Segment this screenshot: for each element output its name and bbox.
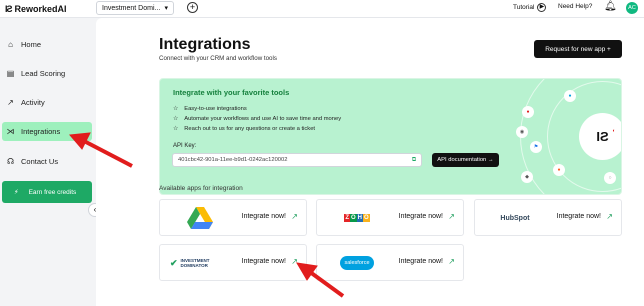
main-content: Integrations Connect with your CRM and w…: [96, 18, 644, 306]
sidebar-item-label: Integrations: [21, 127, 61, 136]
api-key-label: API Key:: [173, 143, 197, 149]
app-logo-dot: ●: [553, 164, 565, 176]
arrow-up-right-icon: ↗: [291, 212, 298, 221]
help-button[interactable]: Need Help?: [558, 3, 592, 10]
app-logo-dot: ◉: [516, 126, 528, 138]
tutorial-label: Tutorial: [513, 4, 535, 11]
app-logo-dot: ●: [522, 106, 534, 118]
investment-dominator-logo-icon: ✔ INVESTMENT DOMINATOR: [170, 253, 230, 273]
hubspot-logo-icon: HubSpot: [500, 214, 530, 222]
arrow-up-right-icon: ↗: [448, 257, 455, 266]
home-icon: ⌂: [8, 40, 13, 49]
zoho-logo-icon: ZOHO: [344, 214, 370, 222]
headset-icon: ☊: [6, 157, 15, 166]
banner-bullet: ☆ Automate your workflows and use AI to s…: [173, 116, 342, 122]
app-logo-dot: ◐: [608, 125, 620, 137]
request-new-app-button[interactable]: Request for new app +: [534, 40, 622, 58]
banner-bullet: ☆ Reach out to us for any questions or cr…: [173, 126, 316, 132]
page-subtitle: Connect with your CRM and workflow tools: [159, 55, 277, 62]
app-card-investment-dominator[interactable]: ✔ INVESTMENT DOMINATOR Integrate now! ↗: [159, 244, 307, 281]
top-bar: IƧ ReworkedAI Investment Domi... ▾ + Tut…: [0, 0, 644, 18]
star-icon: ☆: [173, 116, 179, 122]
caret-down-icon: ▾: [164, 5, 168, 12]
sidebar-item-label: Activity: [21, 98, 45, 107]
app-logo[interactable]: IƧ ReworkedAI: [5, 4, 67, 14]
chart-icon: ▤: [6, 69, 15, 78]
star-icon: ☆: [173, 126, 179, 132]
integrate-now-label: Integrate now!: [241, 258, 286, 265]
sidebar-item-integrations[interactable]: ⋊ Integrations: [2, 122, 92, 141]
integrate-now-label: Integrate now!: [241, 213, 286, 220]
page-title: Integrations: [159, 36, 251, 53]
sidebar: ⌂ Home ▤ Lead Scoring ↗ Activity ⋊ Integ…: [0, 18, 96, 306]
api-key-field[interactable]: 401cbc42-901a-11ee-b9d1-0242ac120002 ⧉: [172, 153, 422, 167]
earn-credits-button[interactable]: ⚡︎ Earn free credits: [2, 181, 92, 203]
workspace-selector[interactable]: Investment Domi... ▾: [96, 1, 174, 15]
sidebar-item-contact-us[interactable]: ☊ Contact Us: [2, 152, 92, 171]
salesforce-logo-icon: salesforce: [327, 253, 387, 273]
app-logo-dot: ⚑: [530, 141, 542, 153]
integrations-banner: Integrate with your favorite tools ☆ Easy…: [159, 78, 622, 195]
sidebar-item-label: Lead Scoring: [21, 69, 66, 78]
sidebar-item-lead-scoring[interactable]: ▤ Lead Scoring: [2, 64, 92, 83]
app-card-salesforce[interactable]: salesforce Integrate now! ↗: [316, 244, 464, 281]
arrow-up-right-icon: ↗: [291, 257, 298, 266]
app-card-zoho[interactable]: ZOHO Integrate now! ↗: [316, 199, 464, 236]
integrate-now-label: Integrate now!: [398, 258, 443, 265]
app-card-google-drive[interactable]: Integrate now! ↗: [159, 199, 307, 236]
banner-title: Integrate with your favorite tools: [173, 88, 290, 97]
earn-label: Earn free credits: [28, 188, 77, 196]
sidebar-item-home[interactable]: ⌂ Home: [2, 35, 92, 54]
integrate-now-label: Integrate now!: [398, 213, 443, 220]
star-icon: ☆: [173, 106, 179, 112]
copy-icon[interactable]: ⧉: [412, 157, 416, 163]
sidebar-item-activity[interactable]: ↗ Activity: [2, 93, 92, 112]
api-key-value: 401cbc42-901a-11ee-b9d1-0242ac120002: [178, 157, 288, 163]
activity-icon: ↗: [7, 98, 14, 107]
app-card-hubspot[interactable]: HubSpot Integrate now! ↗: [474, 199, 622, 236]
avatar[interactable]: AC: [626, 2, 638, 14]
notification-bell-icon[interactable]: 🔔︎: [604, 1, 617, 12]
logo-text: salesforce: [340, 256, 374, 270]
sidebar-item-label: Contact Us: [21, 157, 59, 166]
logo-mark-icon: IƧ: [5, 4, 12, 14]
arrow-up-right-icon: ↗: [606, 212, 613, 221]
lightning-icon: ⚡︎: [14, 189, 19, 196]
add-workspace-button[interactable]: +: [187, 2, 198, 13]
workspace-name: Investment Domi...: [102, 4, 161, 12]
available-apps-label: Available apps for integration: [159, 185, 243, 192]
tutorial-button[interactable]: Tutorial ▶: [513, 3, 547, 12]
api-documentation-button[interactable]: API documentation →: [432, 153, 499, 167]
banner-bullet: ☆ Easy-to-use integrations: [173, 106, 247, 112]
app-name: ReworkedAI: [14, 4, 67, 14]
google-drive-logo-icon: [170, 207, 230, 229]
integrations-icon: ⋊: [6, 127, 15, 136]
app-logo-dot: ◆: [521, 171, 533, 183]
arrow-up-right-icon: ↗: [448, 212, 455, 221]
logo-text: INVESTMENT DOMINATOR: [180, 258, 210, 268]
app-logo-dot: ●: [564, 90, 576, 102]
app-logo-dot: ○: [604, 172, 616, 184]
integrate-now-label: Integrate now!: [556, 213, 601, 220]
help-label: Need Help?: [558, 3, 593, 10]
sidebar-item-label: Home: [21, 40, 42, 49]
play-icon: ▶: [537, 3, 547, 12]
